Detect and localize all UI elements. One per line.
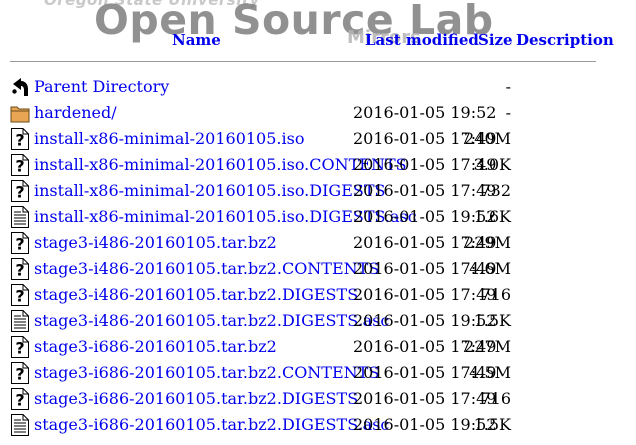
listing-row: ? stage3-i486-20160105.tar.bz2 2016-01-05 … bbox=[0, 231, 636, 257]
listing-row: ? stage3-i486-20160105.tar.bz2.CONTENTS 20… bbox=[0, 257, 636, 283]
listing-row: hardened/2016-01-05 19:52- bbox=[0, 101, 636, 127]
listing-row: ? install-x86-minimal-20160105.iso.DIGEST… bbox=[0, 179, 636, 205]
sort-by-name-link[interactable]: Name bbox=[172, 31, 221, 49]
file-link[interactable]: install-x86-minimal-20160105.iso bbox=[34, 129, 304, 148]
sort-by-size-link[interactable]: Size bbox=[478, 31, 513, 49]
listing-row: stage3-i686-20160105.tar.bz2.DIGESTS.asc… bbox=[0, 413, 636, 439]
listing-header: Name Last modified Size Description bbox=[0, 0, 636, 60]
size-cell: 1.6K bbox=[473, 207, 511, 226]
sort-by-last-modified-link[interactable]: Last modified bbox=[365, 31, 479, 49]
last-modified-cell: 2016-01-05 17:49 bbox=[353, 285, 497, 304]
file-link[interactable]: install-x86-minimal-20160105.iso.CONTENT… bbox=[34, 155, 407, 174]
parent-directory-link[interactable]: Parent Directory bbox=[34, 77, 169, 96]
size-cell: - bbox=[505, 103, 511, 122]
listing-row: Parent Directory - bbox=[0, 75, 636, 101]
unknown-file-icon: ? bbox=[10, 154, 30, 176]
listing-row: ? stage3-i486-20160105.tar.bz2.DIGESTS 201… bbox=[0, 283, 636, 309]
size-cell: 4.5M bbox=[469, 363, 511, 382]
listing-row: ? install-x86-minimal-20160105.iso.CONTEN… bbox=[0, 153, 636, 179]
size-cell: 1.5K bbox=[473, 415, 511, 434]
svg-text:?: ? bbox=[15, 261, 24, 280]
file-link[interactable]: stage3-i686-20160105.tar.bz2 bbox=[34, 337, 277, 356]
listing-row: ? stage3-i686-20160105.tar.bz2 2016-01-05 … bbox=[0, 335, 636, 361]
file-link[interactable]: stage3-i686-20160105.tar.bz2.DIGESTS bbox=[34, 389, 358, 408]
text-file-icon bbox=[10, 206, 30, 228]
svg-text:?: ? bbox=[15, 157, 24, 176]
svg-text:?: ? bbox=[15, 131, 24, 150]
svg-text:?: ? bbox=[15, 287, 24, 306]
unknown-file-icon: ? bbox=[10, 362, 30, 384]
text-file-icon bbox=[10, 310, 30, 332]
size-cell: - bbox=[505, 77, 511, 96]
listing-row: ? stage3-i686-20160105.tar.bz2.CONTENTS 20… bbox=[0, 361, 636, 387]
svg-text:?: ? bbox=[15, 183, 24, 202]
file-link[interactable]: stage3-i486-20160105.tar.bz2.DIGESTS.asc bbox=[34, 311, 389, 330]
unknown-file-icon: ? bbox=[10, 284, 30, 306]
file-link[interactable]: stage3-i686-20160105.tar.bz2.DIGESTS.asc bbox=[34, 415, 389, 434]
file-link[interactable]: stage3-i486-20160105.tar.bz2 bbox=[34, 233, 277, 252]
header-divider bbox=[10, 61, 596, 62]
file-link[interactable]: hardened/ bbox=[34, 103, 117, 122]
back-icon bbox=[10, 76, 30, 98]
sort-by-description-link[interactable]: Description bbox=[516, 31, 614, 49]
file-listing: Parent Directory - hardened/2016-01-05 19:… bbox=[0, 75, 636, 439]
size-cell: 229M bbox=[464, 233, 511, 252]
listing-row: ? install-x86-minimal-20160105.iso 2016-01… bbox=[0, 127, 636, 153]
last-modified-cell: 2016-01-05 17:49 bbox=[353, 389, 497, 408]
last-modified-cell: 2016-01-05 17:49 bbox=[353, 181, 497, 200]
size-cell: 716 bbox=[480, 389, 511, 408]
listing-row: stage3-i486-20160105.tar.bz2.DIGESTS.asc… bbox=[0, 309, 636, 335]
unknown-file-icon: ? bbox=[10, 388, 30, 410]
text-file-icon bbox=[10, 414, 30, 436]
unknown-file-icon: ? bbox=[10, 128, 30, 150]
listing-row: ? stage3-i686-20160105.tar.bz2.DIGESTS 201… bbox=[0, 387, 636, 413]
svg-text:?: ? bbox=[15, 391, 24, 410]
folder-icon bbox=[10, 102, 30, 124]
size-cell: 732 bbox=[480, 181, 511, 200]
size-cell: 1.5K bbox=[473, 311, 511, 330]
file-link[interactable]: install-x86-minimal-20160105.iso.DIGESTS bbox=[34, 181, 385, 200]
unknown-file-icon: ? bbox=[10, 232, 30, 254]
size-cell: 716 bbox=[480, 285, 511, 304]
file-link[interactable]: stage3-i486-20160105.tar.bz2.DIGESTS bbox=[34, 285, 358, 304]
svg-text:?: ? bbox=[15, 365, 24, 384]
size-cell: 227M bbox=[464, 337, 511, 356]
unknown-file-icon: ? bbox=[10, 336, 30, 358]
unknown-file-icon: ? bbox=[10, 180, 30, 202]
file-link[interactable]: stage3-i486-20160105.tar.bz2.CONTENTS bbox=[34, 259, 379, 278]
last-modified-cell: 2016-01-05 19:52 bbox=[353, 103, 497, 122]
svg-text:?: ? bbox=[15, 235, 24, 254]
svg-text:?: ? bbox=[15, 339, 24, 358]
size-cell: 240M bbox=[464, 129, 511, 148]
listing-row: install-x86-minimal-20160105.iso.DIGESTS… bbox=[0, 205, 636, 231]
file-link[interactable]: stage3-i686-20160105.tar.bz2.CONTENTS bbox=[34, 363, 379, 382]
size-cell: 4.6M bbox=[469, 259, 511, 278]
unknown-file-icon: ? bbox=[10, 258, 30, 280]
size-cell: 3.0K bbox=[473, 155, 511, 174]
